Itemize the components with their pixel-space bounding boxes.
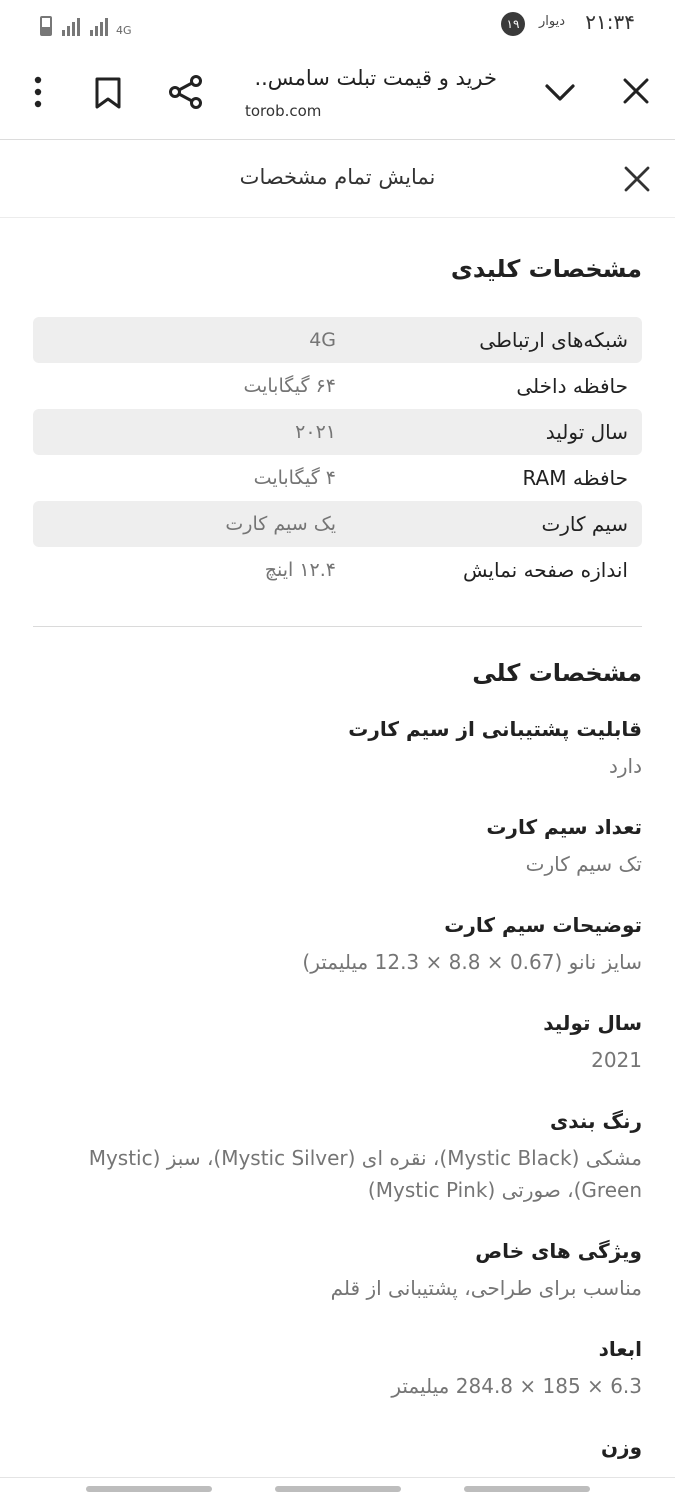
- spec-label: حافظه داخلی: [516, 374, 628, 398]
- spec-value: تک سیم کارت: [525, 852, 642, 876]
- spec-value: 2021: [591, 1048, 642, 1072]
- notification-badge: ۱۹: [501, 12, 525, 36]
- list-item: سال تولید 2021: [33, 1006, 642, 1076]
- spec-label: سال تولید: [543, 1011, 642, 1035]
- spec-value: مشکی (Mystic Black)، نقره ای (Mystic Sil…: [88, 1146, 642, 1202]
- network-type: 4G: [116, 24, 132, 37]
- spec-label: ویژگی های خاص: [475, 1239, 642, 1263]
- more-options-icon[interactable]: [30, 76, 46, 108]
- status-time: ۲۱:۳۴: [585, 10, 635, 34]
- list-item: ابعاد 6.3 × 185 × 284.8 میلیمتر: [33, 1332, 642, 1402]
- spec-label: سیم کارت: [541, 512, 628, 536]
- close-icon[interactable]: [621, 76, 651, 106]
- status-bar: ۲۱:۳۴ دیوار ۱۹ 4G: [0, 0, 675, 48]
- spec-value: ۲۰۲۱: [295, 421, 336, 443]
- section-divider: [33, 626, 642, 627]
- status-icons: 4G: [40, 12, 132, 36]
- list-item: ویژگی های خاص مناسب برای طراحی، پشتیبانی…: [33, 1234, 642, 1304]
- spec-label: ابعاد: [598, 1337, 642, 1361]
- spec-label: تعداد سیم کارت: [486, 815, 642, 839]
- tab-indicator[interactable]: [86, 1486, 212, 1492]
- signal-icon-secondary: [90, 18, 108, 36]
- page-title[interactable]: خرید و قیمت تبلت سامس..: [237, 66, 497, 90]
- spec-value: ۴ گیگابایت: [253, 467, 336, 489]
- spec-value: سایز نانو (0.67 × 8.8 × 12.3 میلیمتر): [302, 950, 642, 974]
- spec-label: شبکه‌های ارتباطی: [479, 328, 628, 352]
- battery-icon: [40, 16, 52, 36]
- chevron-down-icon[interactable]: [543, 78, 577, 106]
- table-row: سیم کارت یک سیم کارت: [33, 501, 642, 547]
- spec-label: توضیحات سیم کارت: [444, 913, 642, 937]
- share-icon[interactable]: [168, 74, 204, 110]
- table-row: شبکه‌های ارتباطی 4G: [33, 317, 642, 363]
- key-specs-table: شبکه‌های ارتباطی 4G حافظه داخلی ۶۴ گیگاب…: [33, 317, 642, 593]
- spec-value: 4G: [309, 329, 336, 351]
- general-specs-title: مشخصات کلی: [472, 659, 642, 687]
- spec-value: 6.3 × 185 × 284.8 میلیمتر: [391, 1374, 642, 1398]
- list-item: قابلیت پشتیبانی از سیم کارت دارد: [33, 712, 642, 782]
- spec-value: ۶۴ گیگابایت: [243, 375, 336, 397]
- close-panel-icon[interactable]: [621, 163, 653, 195]
- browser-toolbar: خرید و قیمت تبلت سامس.. torob.com: [0, 48, 675, 140]
- spec-label: رنگ بندی: [549, 1109, 642, 1133]
- list-item: رنگ بندی مشکی (Mystic Black)، نقره ای (M…: [33, 1104, 642, 1206]
- spec-label: حافظه RAM: [522, 466, 628, 490]
- page-url[interactable]: torob.com: [245, 102, 321, 120]
- general-specs-list: قابلیت پشتیبانی از سیم کارت دارد تعداد س…: [33, 712, 642, 1492]
- bottom-tab-bar: [0, 1477, 675, 1500]
- spec-value: مناسب برای طراحی، پشتیبانی از قلم: [330, 1276, 642, 1300]
- list-item: وزن: [33, 1430, 642, 1464]
- table-row: سال تولید ۲۰۲۱: [33, 409, 642, 455]
- spec-value: دارد: [608, 754, 642, 778]
- bookmark-icon[interactable]: [94, 76, 122, 110]
- spec-label: سال تولید: [545, 420, 628, 444]
- table-row: حافظه RAM ۴ گیگابایت: [33, 455, 642, 501]
- key-specs-title: مشخصات کلیدی: [450, 255, 642, 283]
- table-row: اندازه صفحه نمایش ۱۲.۴ اینچ: [33, 547, 642, 593]
- spec-label: قابلیت پشتیبانی از سیم کارت: [348, 717, 642, 741]
- tab-indicator[interactable]: [275, 1486, 401, 1492]
- table-row: حافظه داخلی ۶۴ گیگابایت: [33, 363, 642, 409]
- panel-header: نمایش تمام مشخصات: [0, 141, 675, 218]
- status-app-name: دیوار: [538, 14, 565, 29]
- panel-title: نمایش تمام مشخصات: [239, 165, 436, 189]
- list-item: تعداد سیم کارت تک سیم کارت: [33, 810, 642, 880]
- spec-value: یک سیم کارت: [225, 513, 336, 535]
- signal-icon: [62, 18, 80, 36]
- tab-indicator[interactable]: [464, 1486, 590, 1492]
- spec-value: ۱۲.۴ اینچ: [264, 559, 336, 581]
- spec-label: وزن: [600, 1435, 642, 1459]
- list-item: توضیحات سیم کارت سایز نانو (0.67 × 8.8 ×…: [33, 908, 642, 978]
- spec-label: اندازه صفحه نمایش: [462, 558, 628, 582]
